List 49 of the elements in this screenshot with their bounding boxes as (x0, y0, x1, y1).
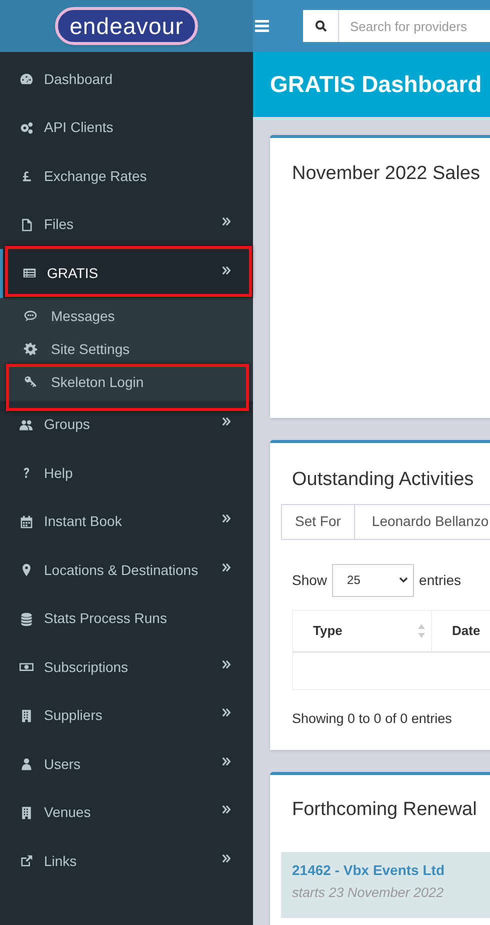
search-button[interactable] (303, 10, 339, 42)
column-header[interactable]: Date (432, 610, 490, 650)
sidebar-item[interactable]: Instant Book (0, 498, 253, 546)
file-icon (19, 218, 34, 232)
sidebar-item[interactable]: Venues (0, 788, 253, 837)
sidebar-item[interactable]: Subscriptions (0, 643, 253, 692)
sidebar-item[interactable]: API Clients (0, 104, 253, 152)
logo[interactable]: endeavour (54, 7, 198, 45)
card-title: November 2022 Sales (291, 162, 481, 186)
gauge-icon (19, 72, 34, 86)
database-icon (19, 612, 34, 626)
sidebar-item[interactable]: Stats Process Runs (0, 594, 253, 643)
show-label: Show (292, 570, 328, 590)
user-icon (19, 757, 34, 772)
card-title: Outstanding Activities (291, 468, 475, 492)
submenu-item[interactable]: Messages (0, 300, 253, 332)
menu-icon (255, 20, 269, 32)
sidebar-item[interactable]: GRATIS (0, 249, 253, 298)
speech-bubble-icon (23, 309, 38, 323)
table-info: Showing 0 to 0 of 0 entries (292, 710, 453, 728)
search-field[interactable]: Search for providers (339, 10, 490, 42)
list-icon (22, 266, 37, 280)
users-icon (19, 418, 34, 432)
sidebar-item[interactable]: Groups (0, 400, 253, 449)
card-title: Forthcoming Renewal (291, 798, 478, 822)
sidebar-item[interactable]: Help (0, 449, 253, 498)
sidebar-item[interactable]: Files (0, 200, 253, 249)
submenu-item[interactable]: Skeleton Login (0, 366, 253, 398)
sidebar-item[interactable]: Users (0, 740, 253, 788)
chevron-down-icon (399, 577, 408, 583)
entries-label: entries (419, 570, 462, 590)
start-date: starts 23 November 2022 (292, 884, 445, 902)
column-header[interactable]: Type (293, 610, 432, 650)
building-icon (19, 708, 34, 723)
building-icon (19, 806, 34, 820)
sidebar-item[interactable]: Suppliers (0, 692, 253, 740)
key-icon (23, 375, 38, 389)
sidebar-item[interactable]: Exchange Rates (0, 152, 253, 200)
gear-icon (23, 342, 38, 356)
calendar-icon (19, 514, 34, 529)
search-icon (314, 20, 326, 32)
submenu-item[interactable]: Site Settings (0, 332, 253, 366)
external-link-icon (19, 854, 34, 868)
page-size-select[interactable]: 25 (332, 564, 414, 596)
sidebar-item[interactable]: Dashboard (0, 55, 253, 104)
sidebar-item[interactable]: Locations & Destinations (0, 546, 253, 594)
gears-icon (19, 120, 34, 135)
page-title: GRATIS Dashboard (270, 70, 482, 100)
sidebar-item[interactable]: Links (0, 837, 253, 886)
